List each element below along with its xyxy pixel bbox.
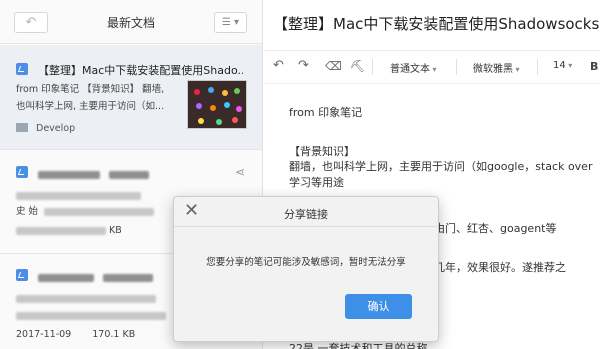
bold-button[interactable]: B <box>590 60 598 73</box>
paragraph-style-select[interactable]: 普通文本 <box>390 60 437 75</box>
dialog-title: 分享链接 <box>284 208 328 221</box>
note-size: 170.1 KB <box>92 329 136 340</box>
note-thumbnail <box>187 80 247 129</box>
note-title: 【整理】Mac中下载安装配置使用Shado... <box>38 64 243 77</box>
body-line: 学习等用途 <box>289 175 344 189</box>
note-item[interactable]: 【整理】Mac中下载安装配置使用Shado... from 印象笔记 【背景知识… <box>0 45 262 150</box>
note-snippet-line: from 印象笔记 【背景知识】 翻墙, <box>16 84 165 95</box>
redacted-snippet <box>16 185 141 204</box>
note-meta: 2017-11-09 170.1 KB <box>16 329 153 340</box>
confirm-button[interactable]: 确认 <box>345 294 412 319</box>
body-line: from 印象笔记 <box>289 106 363 119</box>
redacted-snippet: 史 始 <box>16 203 155 217</box>
editor-toolbar: ↶ ↷ ⌫ ⛏ 普通文本 微软雅黑 14 B <box>264 50 600 84</box>
share-icon[interactable]: ⋖ <box>235 165 245 179</box>
share-link-dialog: ✕ 分享链接 您要分享的笔记可能涉及敏感词，暂时无法分享 确认 <box>173 196 439 342</box>
note-snippet: from 印象笔记 【背景知识】 翻墙, 也叫科学上网, 主要用于访问（如... <box>16 81 181 115</box>
document-title[interactable]: 【整理】Mac中下载安装配置使用Shadowsocks <box>273 13 599 34</box>
app-window: ↶ 最新文档 ☰ ▾ 【整理】Mac中下载安装配置使用Shado... from… <box>0 0 600 349</box>
body-line: 22是 一套技术和工具的总称 <box>289 342 428 349</box>
note-icon <box>16 63 28 75</box>
font-family-select[interactable]: 微软雅黑 <box>473 60 520 75</box>
note-icon <box>16 269 28 281</box>
toolbar-divider <box>372 59 373 75</box>
note-folder: Develop <box>16 123 75 134</box>
folder-icon <box>16 123 28 132</box>
undo-icon[interactable]: ↶ <box>273 58 284 73</box>
note-snippet-fragment: 史 始 <box>16 206 39 217</box>
note-size-unit: KB <box>109 225 122 236</box>
toolbar-divider <box>537 59 538 75</box>
format-painter-icon[interactable]: ⛏ <box>350 59 365 73</box>
font-size-select[interactable]: 14 <box>553 60 572 71</box>
document-body[interactable]: from 印象笔记 【背景知识】 翻墙，也叫科学上网，主要用于访问（如googl… <box>289 105 592 190</box>
note-snippet-line: 也叫科学上网, 主要用于访问（如... <box>16 101 165 112</box>
dialog-message: 您要分享的笔记可能涉及敏感词，暂时无法分享 <box>206 257 406 268</box>
body-line: 翻墙，也叫科学上网，主要用于访问（如google，stack over <box>289 160 593 173</box>
eraser-icon[interactable]: ⌫ <box>325 59 342 73</box>
note-icon <box>16 166 28 178</box>
note-date: 2017-11-09 <box>16 329 72 340</box>
folder-name: Develop <box>36 123 76 134</box>
list-view-icon[interactable]: ☰ ▾ <box>214 12 247 33</box>
redacted-meta: KB <box>16 225 122 236</box>
sidebar-header: ↶ 最新文档 ☰ ▾ <box>0 0 262 44</box>
dialog-header: ✕ 分享链接 <box>174 197 438 227</box>
redo-icon[interactable]: ↷ <box>298 58 309 73</box>
toolbar-divider <box>456 59 457 75</box>
redacted-snippet <box>16 305 166 324</box>
redacted-title <box>38 267 154 286</box>
redacted-title <box>38 164 150 183</box>
body-line: 【背景知识】 <box>289 144 355 158</box>
